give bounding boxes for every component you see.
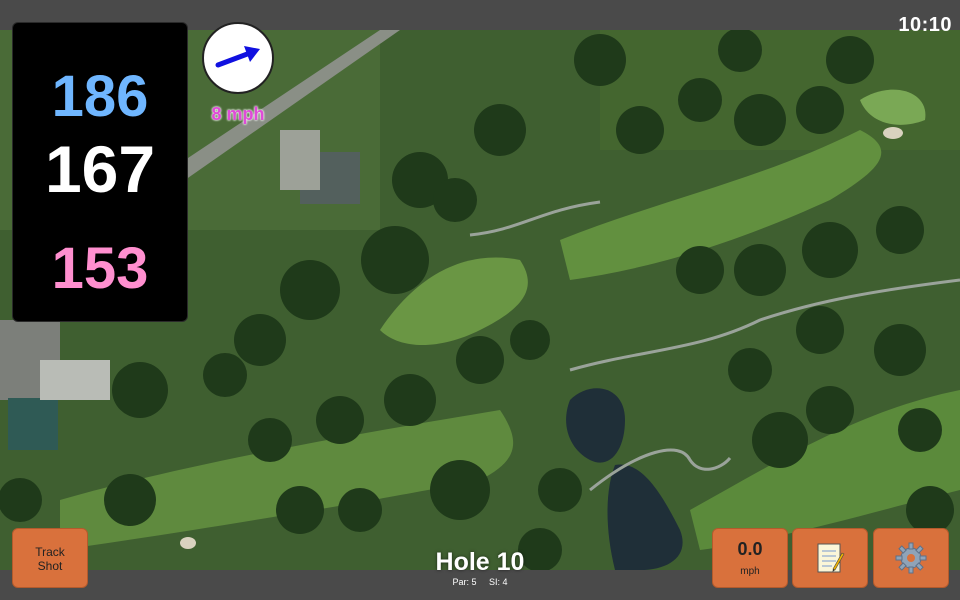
back-distance: 186	[51, 64, 149, 129]
track-shot-label-line1: Track	[35, 545, 65, 559]
hole-info: Hole 10 Par: 5 SI: 4	[380, 548, 580, 587]
distance-panel: 186 167 153	[12, 22, 188, 322]
hole-details: Par: 5 SI: 4	[380, 577, 580, 587]
track-shot-label-line2: Shot	[37, 559, 63, 573]
middle-distance: 167	[44, 132, 156, 206]
front-distance: 153	[51, 236, 149, 301]
track-shot-button[interactable]: Track Shot	[12, 528, 88, 588]
wind-speed-label: 8 mph	[211, 104, 265, 124]
hole-stroke-index: SI: 4	[489, 577, 508, 587]
gear-icon	[895, 542, 927, 574]
hole-par: Par: 5	[452, 577, 477, 587]
speed-value: 0.0	[737, 539, 763, 559]
hole-title: Hole 10	[435, 548, 525, 576]
speed-unit: mph	[740, 566, 760, 577]
speed-button[interactable]: 0.0 mph	[712, 528, 788, 588]
notepad-icon	[817, 543, 845, 573]
notes-button[interactable]	[792, 528, 868, 588]
settings-button[interactable]	[873, 528, 949, 588]
arrow-icon	[215, 46, 260, 68]
status-clock: 10:10	[898, 14, 952, 36]
wind-indicator	[202, 22, 274, 94]
